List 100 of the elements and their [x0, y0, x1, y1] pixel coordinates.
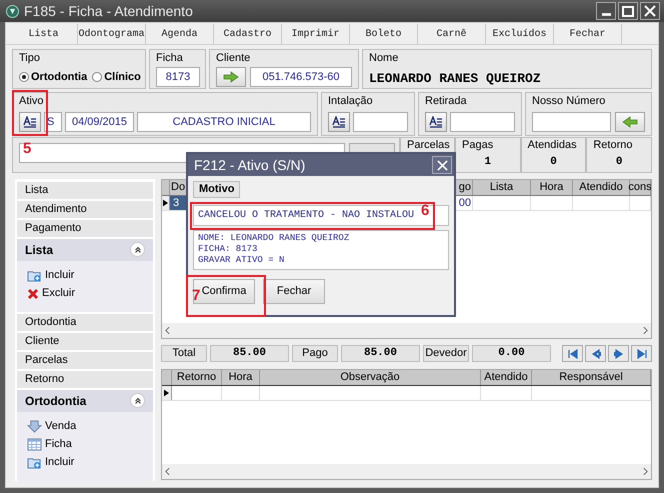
radio-label[interactable]: Ortodontia	[31, 69, 88, 86]
menu-button[interactable]: Odontograma	[78, 24, 146, 45]
minimize-button[interactable]	[596, 2, 616, 20]
stat-value: 1	[484, 155, 492, 170]
stat-label: Retorno	[593, 138, 632, 153]
table-cell-text: 3	[173, 196, 180, 211]
memo-button[interactable]	[425, 112, 447, 132]
sidebar-item[interactable]: Retorno	[17, 370, 153, 388]
column-header[interactable]: Observação	[260, 370, 481, 385]
maximize-icon	[622, 6, 634, 16]
double-chevron-icon	[134, 396, 142, 405]
section-title: Lista	[25, 242, 54, 259]
next-record-button[interactable]	[608, 345, 629, 362]
last-record-button[interactable]	[631, 345, 652, 362]
column-header[interactable]: cons	[628, 180, 651, 196]
sidebar-item[interactable]: Pagamento	[17, 220, 153, 237]
detail-line: FICHA: 8173	[198, 244, 258, 255]
nosso-numero-field[interactable]	[532, 112, 611, 132]
close-button[interactable]	[640, 2, 660, 20]
close-button[interactable]	[432, 156, 452, 174]
group-label: Intalação	[328, 95, 374, 108]
memo-icon	[23, 116, 37, 128]
sidebar-action[interactable]: Venda	[27, 418, 143, 435]
group-label: Ativo	[19, 95, 44, 108]
menu-button[interactable]: Excluídos	[486, 24, 554, 45]
column-header[interactable]: go	[458, 180, 471, 196]
column-header[interactable]: Atendido	[579, 180, 623, 196]
highlight-frame	[12, 90, 48, 136]
memo-button[interactable]	[19, 112, 41, 132]
sidebar-action[interactable]: Incluir	[27, 454, 143, 471]
step-number: 6	[421, 203, 430, 218]
radio-label[interactable]: Clínico	[104, 69, 141, 86]
instalacao-field[interactable]	[353, 112, 408, 132]
menu-button[interactable]: Carnê	[418, 24, 486, 45]
dialog-title: F212 - Ativo (S/N)	[194, 156, 306, 175]
tab[interactable]: Motivo	[193, 181, 240, 198]
minimize-icon	[602, 13, 610, 16]
maximize-button[interactable]	[618, 2, 638, 20]
cliente-field[interactable]: 051.746.573-60	[250, 67, 352, 87]
dialog-button[interactable]: Fechar	[263, 279, 325, 304]
menu-button[interactable]: Agenda	[146, 24, 214, 45]
ficha-field[interactable]: 8173	[156, 67, 200, 87]
total-label: Devedor	[423, 345, 469, 362]
app-icon	[6, 4, 19, 18]
close-icon	[436, 160, 448, 170]
column-header[interactable]: Retorno	[172, 370, 222, 385]
column-header[interactable]: Hora	[222, 370, 260, 385]
radio-button[interactable]	[92, 72, 102, 82]
column-header[interactable]: Responsável	[532, 370, 651, 385]
first-record-button[interactable]	[562, 345, 583, 362]
sidebar-action[interactable]: Ficha	[27, 436, 143, 453]
table-cell-text: 00	[458, 196, 471, 211]
scroll-left-icon	[165, 468, 170, 475]
scroll-left-icon	[165, 327, 170, 334]
stat-label: Pagas	[462, 138, 494, 153]
memo-button[interactable]	[328, 112, 350, 132]
horizontal-scrollbar[interactable]	[162, 464, 651, 479]
window-title: F185 - Ficha - Atendimento	[24, 2, 194, 20]
arrow-button[interactable]	[615, 112, 645, 132]
row-indicator-icon	[164, 389, 169, 397]
collapse-button[interactable]	[130, 393, 145, 408]
total-value: 85.00	[210, 345, 289, 362]
collapse-button[interactable]	[130, 242, 145, 258]
menu-button[interactable]: Boleto	[350, 24, 418, 45]
previous-record-icon	[590, 348, 600, 358]
detail-line: NOME: LEONARDO RANES QUEIROZ	[198, 233, 350, 244]
group-label: Cliente	[216, 52, 252, 65]
sidebar-item[interactable]: Atendimento	[17, 200, 153, 218]
menu-button[interactable]: Lista	[10, 24, 78, 45]
column-header[interactable]: Do	[171, 180, 186, 196]
sidebar-item[interactable]: Ortodontia	[17, 314, 153, 331]
radio-button[interactable]	[19, 72, 29, 82]
sidebar-action[interactable]: Excluir	[27, 285, 143, 302]
total-value: 85.00	[341, 345, 420, 362]
menu-button[interactable]: Cadastro	[214, 24, 282, 45]
column-header[interactable]: Atendido	[481, 370, 532, 385]
column-header[interactable]: Lista	[490, 180, 514, 196]
arrow-button[interactable]	[216, 67, 246, 87]
delete-icon	[27, 288, 39, 300]
retirada-field[interactable]	[450, 112, 515, 132]
memo-icon	[332, 116, 346, 128]
stat-value: 0	[616, 155, 622, 170]
sidebar-item[interactable]: Lista	[17, 182, 153, 199]
total-label: Total	[161, 345, 207, 362]
sidebar-action[interactable]: Incluir	[27, 267, 143, 284]
sidebar-item[interactable]: Parcelas	[17, 352, 153, 369]
arrow-right-icon	[223, 71, 239, 83]
arrow-left-icon	[622, 116, 638, 128]
sidebar-item[interactable]: Cliente	[17, 332, 153, 350]
group-label: Nosso Número	[532, 95, 606, 108]
group-label: Retirada	[425, 95, 468, 108]
horizontal-scrollbar[interactable]	[162, 323, 651, 338]
step-number: 5	[23, 141, 32, 156]
total-value: 0.00	[472, 345, 551, 362]
column-header[interactable]: Hora	[540, 180, 564, 196]
date-field[interactable]: 04/09/2015	[65, 112, 134, 132]
previous-record-button[interactable]	[585, 345, 606, 362]
menu-button[interactable]: Imprimir	[282, 24, 350, 45]
menu-button[interactable]: Fechar	[554, 24, 622, 45]
description-field[interactable]: CADASTRO INICIAL	[137, 112, 311, 132]
